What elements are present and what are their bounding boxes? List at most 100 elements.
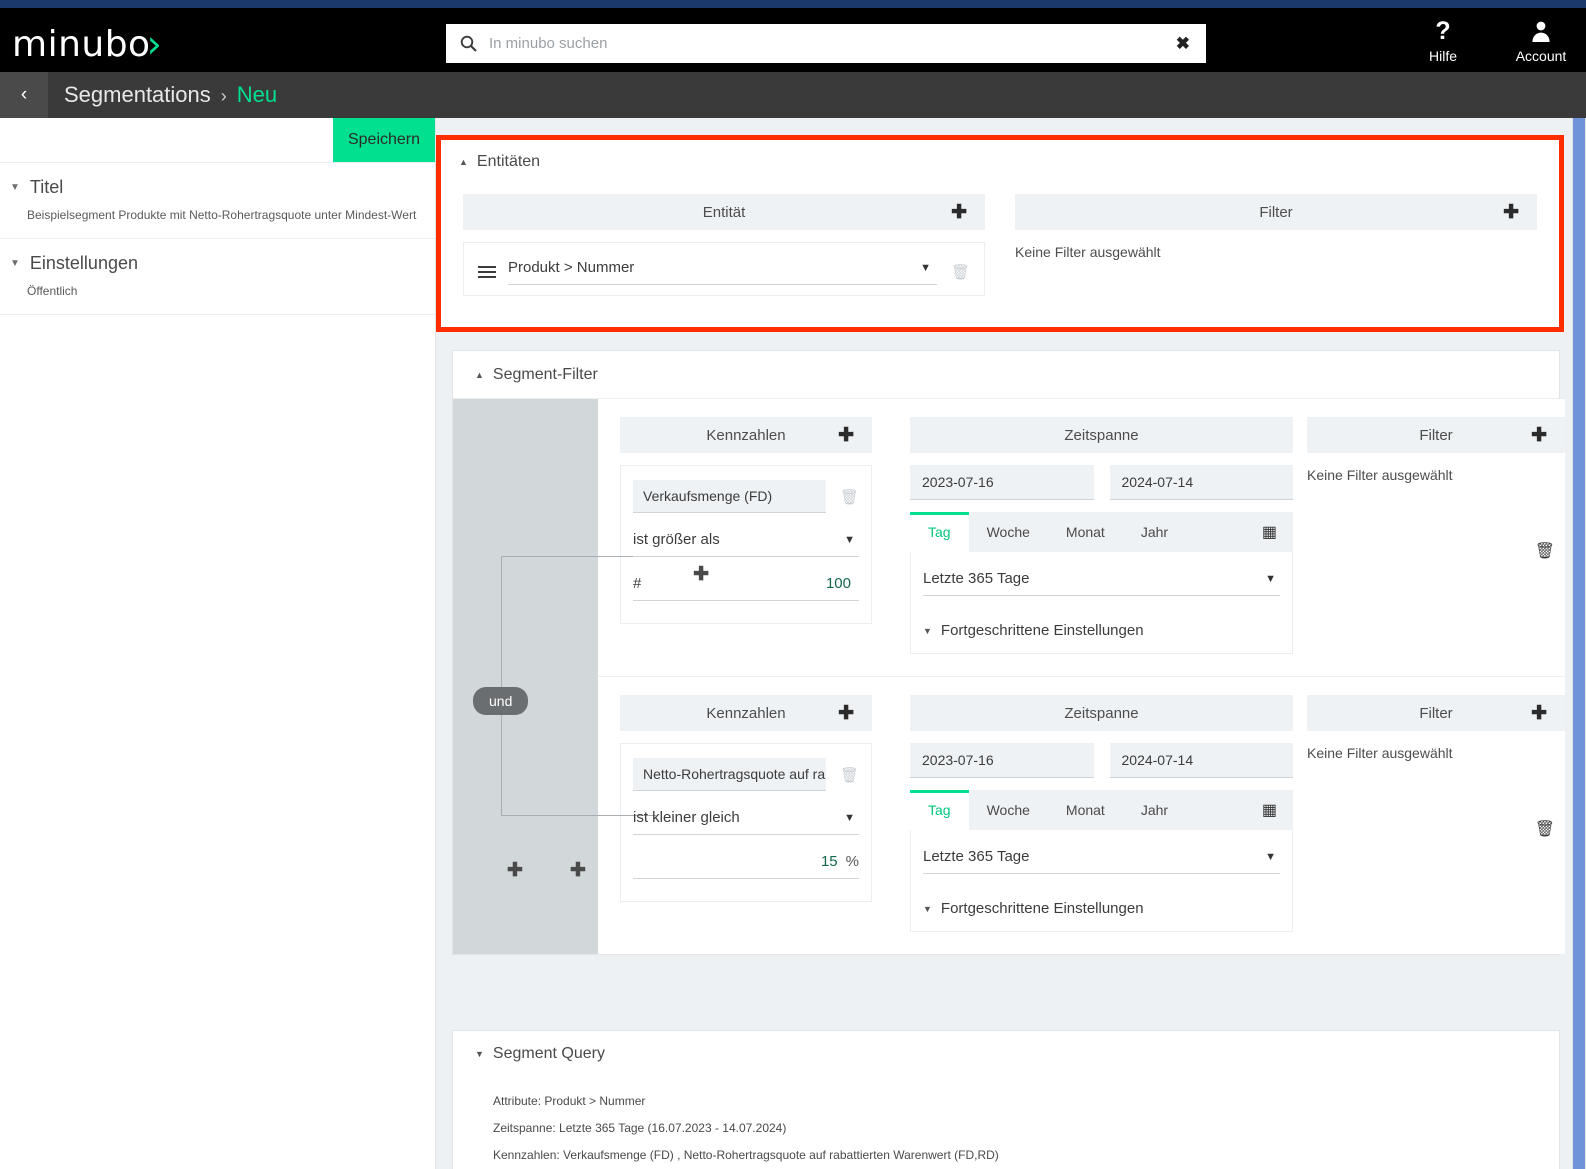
timespan-column-header: Zeitspanne bbox=[910, 417, 1293, 453]
entities-card-highlight: ▲ Entitäten Entität ✚ Produkt > Nummer ▼… bbox=[436, 135, 1564, 332]
delete-filter-row-icon[interactable]: 🗑 bbox=[1535, 541, 1555, 561]
kpi-condition-box: Netto-Rohertragsquote auf ra 🗑 ist klein… bbox=[620, 743, 872, 902]
chevron-down-icon: ▼ bbox=[10, 182, 20, 193]
vertical-scrollbar-track[interactable] bbox=[1572, 118, 1586, 1169]
kpi-column-header: Kennzahlen ✚ bbox=[620, 695, 872, 731]
chevron-down-icon: ▼ bbox=[1265, 572, 1276, 585]
minubo-logo[interactable]: minubo › bbox=[12, 22, 162, 66]
tab-woche[interactable]: Woche bbox=[969, 790, 1048, 830]
timespan-end-date[interactable]: 2024-07-14 bbox=[1109, 465, 1293, 500]
tab-monat[interactable]: Monat bbox=[1048, 512, 1123, 552]
entities-card-header[interactable]: ▲ Entitäten bbox=[441, 140, 1559, 184]
app-header: minubo› ✖ ? Hilfe Account bbox=[0, 8, 1586, 72]
kpi-operator-select[interactable]: ist kleiner gleich ▼ bbox=[633, 809, 859, 835]
segment-filter-row: Kennzahlen ✚ Netto-Rohertragsquote auf r… bbox=[598, 677, 1565, 954]
timespan-preset-container: Letzte 365 Tage ▼ ▼ Fortgeschrittene Ein… bbox=[910, 830, 1293, 932]
settings-visibility-value[interactable]: Öffentlich bbox=[0, 284, 435, 298]
calendar-icon[interactable]: ▦ bbox=[1246, 512, 1293, 552]
segment-query-timespan-line: Zeitspanne: Letzte 365 Tage (16.07.2023 … bbox=[493, 1121, 787, 1135]
kpi-threshold-input[interactable]: 15 % bbox=[633, 853, 859, 879]
boolean-operator-chip[interactable]: und bbox=[473, 687, 529, 715]
kpi-threshold-value: 100 bbox=[825, 575, 851, 592]
delete-kpi-icon[interactable]: 🗑 bbox=[840, 488, 859, 506]
row-filter-column: Filter ✚ Keine Filter ausgewählt 🗑 bbox=[1307, 417, 1565, 654]
kpi-name[interactable]: Netto-Rohertragsquote auf ra bbox=[633, 758, 826, 791]
breadcrumb-parent[interactable]: Segmentations bbox=[64, 82, 211, 108]
timespan-column-label: Zeitspanne bbox=[1064, 704, 1139, 722]
tab-woche[interactable]: Woche bbox=[969, 512, 1048, 552]
add-row-filter-button[interactable]: ✚ bbox=[1531, 426, 1547, 445]
add-condition-button[interactable]: ✚ bbox=[570, 859, 586, 882]
entity-select[interactable]: Produkt > Nummer ▼ bbox=[508, 259, 937, 285]
entities-card: ▲ Entitäten Entität ✚ Produkt > Nummer ▼… bbox=[441, 140, 1559, 327]
vertical-scrollbar-thumb[interactable] bbox=[1573, 118, 1585, 1169]
tab-monat[interactable]: Monat bbox=[1048, 790, 1123, 830]
calendar-icon[interactable]: ▦ bbox=[1246, 790, 1293, 830]
account-button[interactable]: Account bbox=[1506, 18, 1576, 64]
add-entity-filter-button[interactable]: ✚ bbox=[1503, 203, 1519, 222]
kpi-column: Kennzahlen ✚ Verkaufsmenge (FD) 🗑 ist gr… bbox=[620, 417, 872, 654]
kpi-name-row: Netto-Rohertragsquote auf ra 🗑 bbox=[633, 758, 859, 791]
delete-entity-icon[interactable]: 🗑 bbox=[951, 263, 970, 281]
search-input[interactable] bbox=[489, 35, 1176, 52]
entity-row: Produkt > Nummer ▼ 🗑 bbox=[478, 259, 970, 285]
add-entity-button[interactable]: ✚ bbox=[951, 203, 967, 222]
question-mark-icon: ? bbox=[1435, 16, 1451, 45]
kpi-threshold-input[interactable]: # 100 bbox=[633, 575, 859, 601]
segment-query-card: ▼ Segment Query Attribute: Produkt > Num… bbox=[452, 1030, 1560, 1169]
add-kpi-button[interactable]: ✚ bbox=[838, 704, 854, 723]
tab-jahr[interactable]: Jahr bbox=[1123, 512, 1186, 552]
segment-query-attribute-line: Attribute: Produkt > Nummer bbox=[493, 1094, 646, 1108]
add-kpi-button[interactable]: ✚ bbox=[838, 426, 854, 445]
kpi-operator-select[interactable]: ist größer als ▼ bbox=[633, 531, 859, 557]
header-actions: ? Hilfe Account bbox=[1408, 18, 1576, 70]
timespan-start-date[interactable]: 2023-07-16 bbox=[910, 743, 1094, 778]
entity-column-label: Entität bbox=[702, 203, 746, 221]
save-button[interactable]: Speichern bbox=[333, 118, 435, 162]
timespan-column-label: Zeitspanne bbox=[1064, 426, 1139, 444]
timespan-end-date[interactable]: 2024-07-14 bbox=[1109, 743, 1293, 778]
chevron-down-icon: ▼ bbox=[844, 811, 855, 824]
timespan-start-date[interactable]: 2023-07-16 bbox=[910, 465, 1094, 500]
tab-tag[interactable]: Tag bbox=[910, 790, 969, 830]
logo-dot-icon: › bbox=[146, 22, 163, 66]
panel-section-settings-header[interactable]: ▼ Einstellungen bbox=[0, 253, 435, 274]
filter-group-gutter: ✚ und ✚ ✚ bbox=[453, 399, 709, 954]
kpi-operator-value: ist größer als bbox=[633, 531, 720, 548]
global-search[interactable]: ✖ bbox=[446, 24, 1206, 63]
chevron-down-icon: ▼ bbox=[920, 261, 931, 274]
chevron-down-icon: ▼ bbox=[844, 533, 855, 546]
timespan-preset-select[interactable]: Letzte 365 Tage ▼ bbox=[923, 570, 1280, 596]
segment-query-card-header[interactable]: ▼ Segment Query bbox=[453, 1031, 1559, 1077]
add-condition-in-group-button[interactable]: ✚ bbox=[693, 563, 709, 586]
tab-jahr[interactable]: Jahr bbox=[1123, 790, 1186, 830]
kpi-name[interactable]: Verkaufsmenge (FD) bbox=[633, 480, 826, 513]
clear-search-icon[interactable]: ✖ bbox=[1176, 35, 1190, 52]
entities-card-title: Entitäten bbox=[476, 153, 541, 170]
help-button[interactable]: ? Hilfe bbox=[1408, 18, 1478, 64]
timespan-preset-select[interactable]: Letzte 365 Tage ▼ bbox=[923, 848, 1280, 874]
add-group-button[interactable]: ✚ bbox=[507, 859, 523, 882]
back-button[interactable]: ‹ bbox=[0, 72, 48, 118]
entity-column-header: Entität ✚ bbox=[463, 194, 985, 230]
advanced-settings-toggle[interactable]: ▼ Fortgeschrittene Einstellungen bbox=[923, 900, 1280, 917]
delete-filter-row-icon[interactable]: 🗑 bbox=[1535, 819, 1555, 839]
help-label: Hilfe bbox=[1428, 48, 1457, 64]
entity-filter-column-label: Filter bbox=[1259, 203, 1293, 221]
timespan-column-header: Zeitspanne bbox=[910, 695, 1293, 731]
segment-filter-card-header[interactable]: ▲ Segment-Filter bbox=[453, 351, 1559, 399]
kpi-name-row: Verkaufsmenge (FD) 🗑 bbox=[633, 480, 859, 513]
timespan-preset-value: Letzte 365 Tage bbox=[923, 848, 1030, 865]
panel-section-title-header[interactable]: ▼ Titel bbox=[0, 177, 435, 198]
chevron-up-icon: ▲ bbox=[459, 157, 468, 167]
main-content-area: ▲ Entitäten Entität ✚ Produkt > Nummer ▼… bbox=[436, 118, 1586, 1169]
delete-kpi-icon[interactable]: 🗑 bbox=[840, 766, 859, 784]
user-account-icon bbox=[1529, 18, 1553, 44]
advanced-settings-toggle[interactable]: ▼ Fortgeschrittene Einstellungen bbox=[923, 622, 1280, 639]
segment-title-value[interactable]: Beispielsegment Produkte mit Netto-Roher… bbox=[0, 208, 435, 222]
drag-handle-icon[interactable] bbox=[478, 263, 496, 281]
chevron-down-icon: ▼ bbox=[923, 903, 932, 914]
add-row-filter-button[interactable]: ✚ bbox=[1531, 704, 1547, 723]
tab-tag[interactable]: Tag bbox=[910, 512, 969, 552]
save-row: Speichern bbox=[0, 118, 435, 163]
